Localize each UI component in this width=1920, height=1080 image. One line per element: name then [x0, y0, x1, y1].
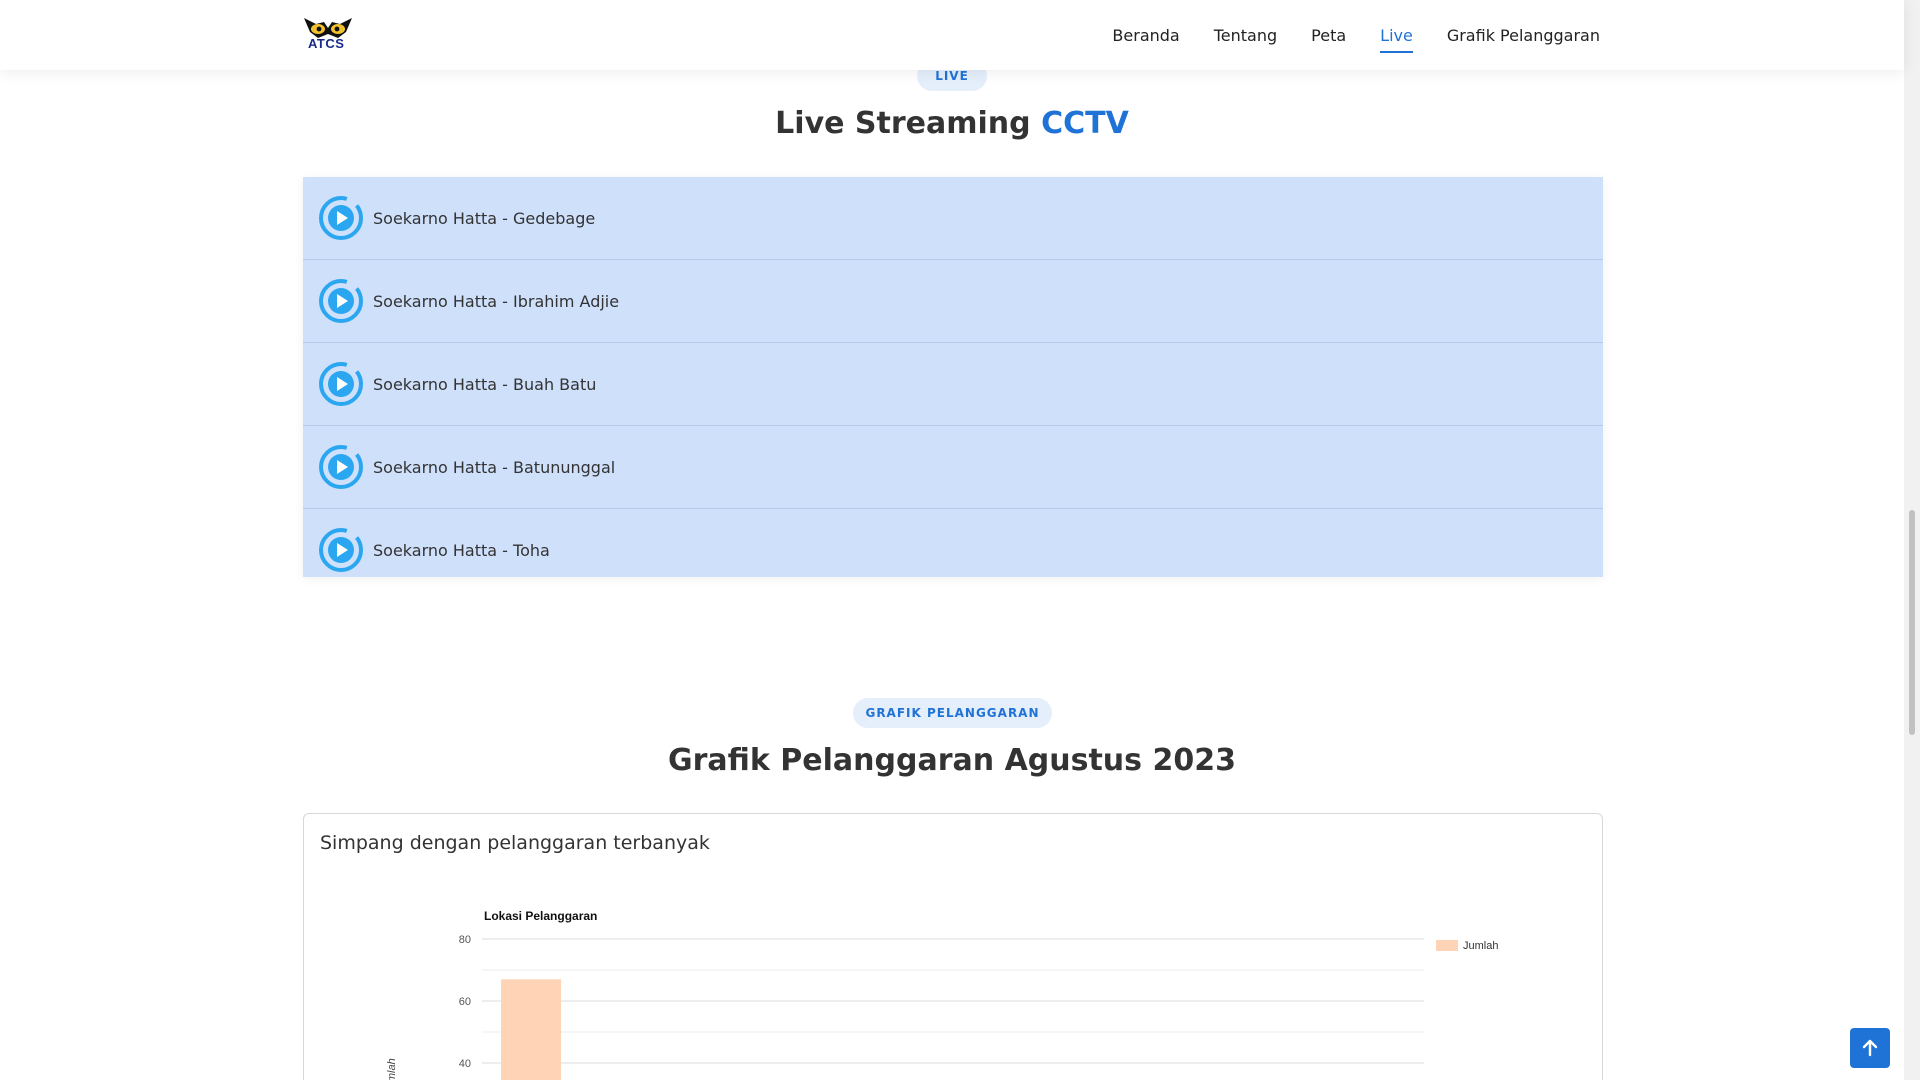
page-scrollbar[interactable]: [1904, 0, 1920, 1080]
cctv-label: Soekarno Hatta - Ibrahim Adjie: [373, 291, 620, 311]
cctv-item-gedebage[interactable]: Soekarno Hatta - Gedebage: [303, 177, 1603, 260]
chart-legend-label: Jumlah: [1463, 940, 1498, 952]
logo-text: ATCS: [308, 36, 345, 51]
cctv-item-ibrahim-adjie[interactable]: Soekarno Hatta - Ibrahim Adjie: [303, 260, 1603, 343]
chart-section-title: Grafik Pelanggaran Agustus 2023: [668, 743, 1236, 778]
cctv-label: Soekarno Hatta - Batununggal: [373, 457, 616, 477]
cctv-item-batununggal[interactable]: Soekarno Hatta - Batununggal: [303, 426, 1603, 509]
violation-bar-chart: Lokasi Pelanggaran 40 60 80 Jumlah Jumlah: [386, 909, 1498, 1080]
play-circle-icon[interactable]: [318, 527, 364, 573]
nav-peta[interactable]: Peta: [1311, 20, 1346, 51]
live-title-accent: CCTV: [1041, 106, 1129, 141]
live-title-main: Live Streaming: [775, 106, 1031, 141]
chart-y-tick-label: 40: [459, 1058, 471, 1070]
cctv-item-toha[interactable]: Soekarno Hatta - Toha: [303, 509, 1603, 577]
chart-y-tick-label: 60: [459, 996, 471, 1008]
nav-tentang[interactable]: Tentang: [1214, 20, 1277, 51]
play-circle-icon[interactable]: [318, 278, 364, 324]
cctv-label: Soekarno Hatta - Gedebage: [373, 208, 596, 228]
cctv-item-buah-batu[interactable]: Soekarno Hatta - Buah Batu: [303, 343, 1603, 426]
play-circle-icon[interactable]: [318, 195, 364, 241]
chart-y-tick-label: 80: [459, 934, 471, 946]
play-circle-icon[interactable]: [318, 444, 364, 490]
chart-section-tag: GRAFIK PELANGGARAN: [853, 698, 1052, 728]
nav-grafik-pelanggaran[interactable]: Grafik Pelanggaran: [1447, 20, 1600, 51]
nav-live[interactable]: Live: [1380, 20, 1413, 53]
cctv-label: Soekarno Hatta - Buah Batu: [373, 374, 597, 394]
page: ATCS Beranda Tentang Peta Live Grafik Pe…: [0, 0, 1920, 1080]
chart-legend-swatch: [1436, 940, 1458, 951]
chart-bar: [501, 979, 561, 1080]
cctv-label: Soekarno Hatta - Toha: [373, 540, 550, 560]
scrollbar-thumb[interactable]: [1909, 510, 1915, 735]
main-nav: Beranda Tentang Peta Live Grafik Pelangg…: [1112, 0, 1600, 70]
chart-y-axis-label: Jumlah: [386, 1058, 398, 1080]
nav-beranda[interactable]: Beranda: [1112, 20, 1179, 51]
chart-card: Simpang dengan pelanggaran terbanyak Lok…: [303, 813, 1603, 1080]
chart-title: Lokasi Pelanggaran: [484, 909, 597, 923]
play-circle-icon[interactable]: [318, 361, 364, 407]
live-section-title: Live Streaming CCTV: [0, 106, 1904, 141]
cctv-list: Soekarno Hatta - Gedebage Soekarno Hatta…: [303, 177, 1603, 577]
back-to-top-button[interactable]: [1850, 1028, 1890, 1068]
site-header: ATCS Beranda Tentang Peta Live Grafik Pe…: [0, 0, 1904, 70]
arrow-up-icon: [1862, 1039, 1878, 1057]
